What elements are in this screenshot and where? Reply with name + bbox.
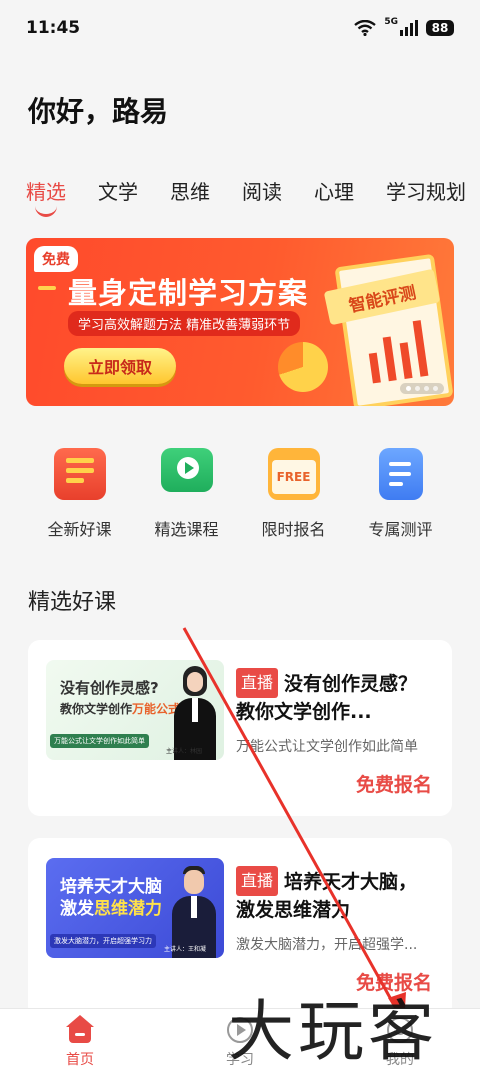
- entry-label: 专属测评: [368, 520, 433, 539]
- live-badge: 直播: [236, 866, 279, 896]
- video-screen-icon: [160, 448, 213, 492]
- course-title: 直播 没有创作灵感？教你文学创作...: [236, 668, 436, 726]
- thumb-highlight: 万能公式: [132, 702, 181, 716]
- section-title: 精选好课: [28, 590, 117, 615]
- thumb-teacher: 主讲人：林园: [166, 748, 203, 755]
- thumb-text: 没有创作灵感? 教你文学创作万能公式: [60, 678, 180, 719]
- course-desc: 激发大脑潜力，开启超强学...: [236, 937, 418, 953]
- pager-dot: [433, 386, 438, 391]
- course-desc: 万能公式让文学创作如此简单: [236, 739, 418, 755]
- greeting-title: 你好，路易: [28, 95, 169, 128]
- quick-entry-grid: 全新好课 精选课程 FREE 限时报名 专属测评: [26, 448, 454, 540]
- live-badge: 直播: [236, 668, 279, 698]
- book-icon: [53, 448, 106, 500]
- board-bar: [399, 342, 413, 379]
- course-card[interactable]: 没有创作灵感? 教你文学创作万能公式 万能公式让文学创作如此简单 主讲人：林园 …: [28, 640, 452, 816]
- board-bar: [412, 320, 429, 377]
- thumb-caption: 激发大脑潜力，开启超强学习力: [50, 934, 156, 948]
- pager-dot: [415, 386, 420, 391]
- pie-chart-icon: [278, 342, 328, 392]
- tab-thinking[interactable]: 思维: [170, 176, 210, 217]
- course-title: 直播 培养天才大脑，激发思维潜力: [236, 866, 436, 924]
- tab-literature[interactable]: 文学: [98, 176, 138, 217]
- tab-study-plan[interactable]: 学习规划: [386, 176, 466, 217]
- entry-label: 限时报名: [261, 520, 326, 539]
- status-bar: 11:45 5G 88: [0, 0, 480, 56]
- watermark-logo: 大玩客: [228, 993, 438, 1070]
- promo-banner[interactable]: 免费 量身定制学习方案 学习高效解题方法 精准改善薄弱环节 立即领取 智能评测: [26, 238, 454, 406]
- course-thumbnail: 培养天才大脑 激发思维潜力 激发大脑潜力，开启超强学习力 主讲人：王和凝: [46, 858, 224, 958]
- thumb-caption: 万能公式让文学创作如此简单: [50, 734, 149, 748]
- tab-featured[interactable]: 精选: [26, 176, 66, 217]
- battery-indicator: 88: [426, 20, 454, 36]
- claim-button[interactable]: 立即领取: [64, 348, 176, 384]
- free-badge: 免费: [34, 246, 78, 272]
- home-icon: [65, 1015, 95, 1045]
- status-icons: 5G 88: [354, 17, 454, 36]
- banner-pager: [400, 383, 444, 394]
- category-tabs: 精选 文学 思维 阅读 心理 学习规划: [26, 176, 466, 217]
- entry-selected-courses[interactable]: 精选课程: [133, 448, 240, 540]
- entry-limited-signup[interactable]: FREE 限时报名: [240, 448, 347, 540]
- board-bar: [382, 336, 397, 382]
- thumb-line1: 培养天才大脑: [60, 877, 162, 897]
- decor-dash: [38, 286, 56, 290]
- nav-home[interactable]: 首页: [20, 1009, 140, 1072]
- nav-label: 首页: [66, 1052, 94, 1068]
- tab-reading[interactable]: 阅读: [242, 176, 282, 217]
- free-signup-button[interactable]: 免费报名: [356, 770, 432, 797]
- entry-label: 全新好课: [47, 520, 112, 539]
- status-time: 11:45: [26, 18, 81, 38]
- thumb-line1: 没有创作灵感?: [60, 679, 159, 697]
- thumb-text: 培养天才大脑 激发思维潜力: [60, 876, 162, 920]
- entry-label: 精选课程: [154, 520, 219, 539]
- banner-title: 量身定制学习方案: [68, 276, 309, 310]
- wifi-icon: [354, 20, 377, 36]
- course-thumbnail: 没有创作灵感? 教你文学创作万能公式 万能公式让文学创作如此简单 主讲人：林园: [46, 660, 224, 760]
- thumb-teacher: 主讲人：王和凝: [164, 946, 207, 953]
- thumb-line2: 教你文学创作: [60, 702, 133, 716]
- pager-dot: [424, 386, 429, 391]
- thumb-line2: 激发: [60, 899, 94, 919]
- free-calendar-icon: FREE: [267, 448, 320, 500]
- entry-new-courses[interactable]: 全新好课: [26, 448, 133, 540]
- thumb-highlight: 思维潜力: [94, 899, 162, 919]
- entry-exclusive-test[interactable]: 专属测评: [347, 448, 454, 540]
- board-bar: [368, 352, 381, 384]
- network-label: 5G: [384, 17, 398, 27]
- banner-subtitle: 学习高效解题方法 精准改善薄弱环节: [68, 311, 301, 336]
- signal-icon: [400, 20, 418, 36]
- tab-psychology[interactable]: 心理: [314, 176, 354, 217]
- pager-dot: [406, 386, 411, 391]
- document-icon: [378, 448, 423, 500]
